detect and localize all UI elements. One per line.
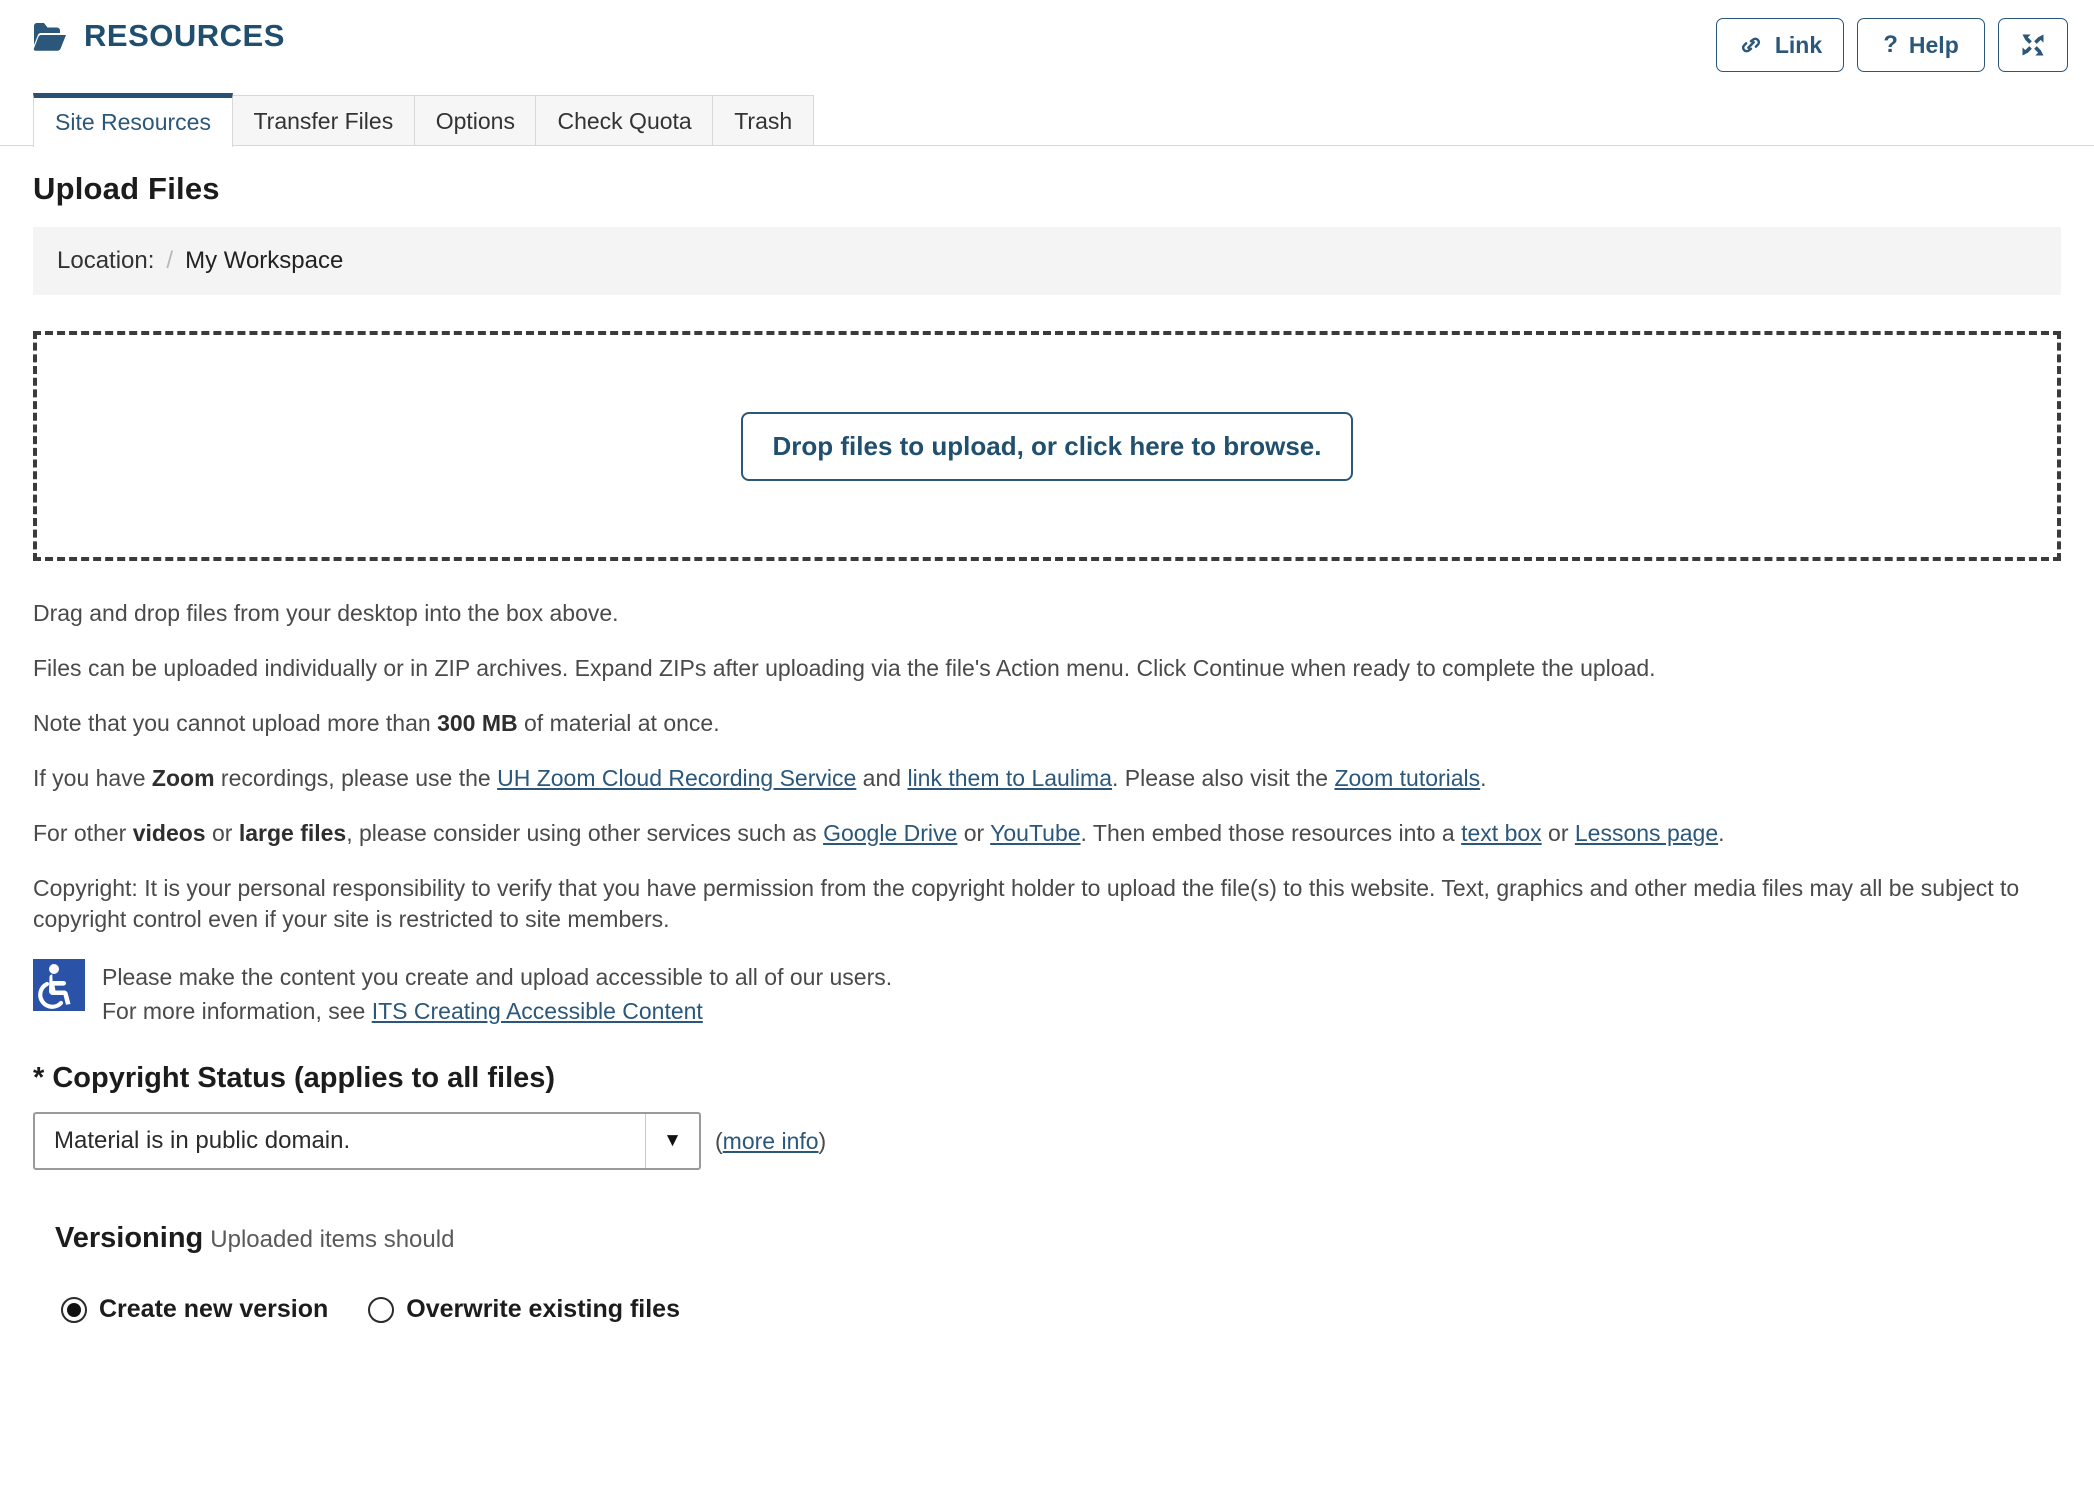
text-fragment: For other: [33, 820, 133, 847]
link-more-info[interactable]: more info: [723, 1128, 819, 1154]
link-lessons-page[interactable]: Lessons page: [1575, 820, 1718, 846]
radio-create-new-version[interactable]: [61, 1296, 87, 1323]
tab-trash[interactable]: Trash: [712, 95, 815, 145]
text-fragment: .: [1480, 765, 1487, 792]
text-fragment: or: [1541, 820, 1575, 847]
text-fragment: Note that you cannot upload more than: [33, 710, 438, 737]
link-text-box[interactable]: text box: [1461, 820, 1542, 846]
app-header: RESOURCES Link ? Help: [0, 0, 2094, 88]
text-fragment: or: [957, 820, 991, 847]
expand-fullscreen-icon: [2022, 34, 2044, 56]
tab-label: Site Resources: [55, 108, 211, 135]
app-title: RESOURCES: [84, 17, 285, 53]
text-fragment: of material at once.: [517, 710, 720, 737]
main-content: Upload Files Location: / My Workspace Dr…: [0, 171, 2094, 1324]
help-button-label: Help: [1908, 31, 1959, 58]
link-google-drive[interactable]: Google Drive: [823, 820, 957, 846]
link-its-creating-accessible-content[interactable]: ITS Creating Accessible Content: [372, 998, 703, 1024]
text-fragment: If you have: [33, 765, 152, 792]
tab-site-resources[interactable]: Site Resources: [33, 92, 233, 147]
copyright-notice: Copyright: It is your personal responsib…: [33, 875, 2020, 933]
versioning-title: Versioning: [55, 1222, 204, 1255]
instruction-other-videos: For other videos or large files, please …: [33, 818, 2061, 849]
resources-upload-page: RESOURCES Link ? Help Site Resources Tra…: [0, 0, 2094, 1486]
text-emphasis: videos: [132, 820, 206, 847]
text-fragment: .: [1718, 820, 1725, 847]
copyright-status-row: Material is in public domain. ▼ (more in…: [33, 1112, 2061, 1171]
breadcrumb-current-folder[interactable]: My Workspace: [185, 247, 343, 275]
breadcrumb-separator: /: [166, 247, 174, 274]
versioning-section: Versioning Uploaded items should Create n…: [33, 1222, 2061, 1324]
text-emphasis: large files: [238, 820, 347, 847]
tab-label: Options: [435, 108, 515, 134]
tab-label: Check Quota: [557, 108, 692, 134]
question-mark-icon: ?: [1883, 31, 1898, 58]
text-fragment: ): [818, 1127, 827, 1154]
link-zoom-tutorials[interactable]: Zoom tutorials: [1334, 765, 1480, 791]
tab-check-quota[interactable]: Check Quota: [535, 95, 714, 145]
tab-label: Trash: [734, 108, 793, 134]
browse-files-button[interactable]: Drop files to upload, or click here to b…: [740, 411, 1354, 481]
instruction-zip: Files can be uploaded individually or in…: [33, 655, 1656, 682]
copyright-status-selected-value: Material is in public domain.: [54, 1127, 351, 1155]
link-button[interactable]: Link: [1716, 18, 1844, 72]
link-youtube[interactable]: YouTube: [990, 820, 1080, 846]
chain-link-icon: [1741, 37, 1760, 53]
accessibility-line-2: For more information, see ITS Creating A…: [102, 995, 892, 1028]
tab-options[interactable]: Options: [413, 95, 537, 145]
tab-transfer-files[interactable]: Transfer Files: [231, 95, 416, 145]
page-title-group: RESOURCES: [33, 18, 1716, 52]
text-fragment: . Then embed those resources into a: [1080, 820, 1462, 847]
copyright-status-label: * Copyright Status (applies to all files…: [33, 1062, 556, 1095]
accessibility-text: Please make the content you create and u…: [102, 959, 892, 1028]
text-fragment: and: [856, 765, 908, 792]
header-actions: Link ? Help: [1716, 18, 2068, 72]
text-fragment: , please consider using other services s…: [346, 820, 824, 847]
link-button-label: Link: [1774, 31, 1823, 58]
instruction-size-limit: Note that you cannot upload more than 30…: [33, 708, 2061, 739]
copyright-status-select[interactable]: Material is in public domain. ▼: [33, 1112, 701, 1171]
versioning-radio-group: Create new version Overwrite existing fi…: [55, 1295, 2061, 1324]
tab-bar: Site Resources Transfer Files Options Ch…: [0, 88, 2094, 147]
radio-label-overwrite-existing-files[interactable]: Overwrite existing files: [406, 1295, 680, 1324]
instruction-drag-drop: Drag and drop files from your desktop in…: [33, 600, 619, 626]
help-button[interactable]: ? Help: [1857, 18, 1985, 72]
text-fragment: or: [205, 820, 239, 847]
text-emphasis: Zoom: [151, 765, 215, 792]
more-info-group: (more info): [715, 1128, 826, 1155]
text-fragment: recordings, please use the: [214, 765, 498, 792]
accessibility-line-1: Please make the content you create and u…: [102, 964, 893, 991]
versioning-subtitle: Uploaded items should: [210, 1226, 455, 1254]
page-heading: Upload Files: [33, 171, 220, 206]
text-fragment: For more information, see: [102, 997, 372, 1024]
text-fragment: . Please also visit the: [1112, 765, 1335, 792]
radio-overwrite-existing-files[interactable]: [368, 1296, 395, 1323]
location-breadcrumb: Location: / My Workspace: [33, 227, 2061, 295]
chevron-down-icon[interactable]: ▼: [645, 1114, 699, 1169]
folder-open-icon: [33, 23, 66, 51]
location-label: Location:: [57, 247, 155, 274]
instruction-zoom-recordings: If you have Zoom recordings, please use …: [33, 763, 2061, 794]
file-dropzone[interactable]: Drop files to upload, or click here to b…: [33, 331, 2061, 561]
wheelchair-accessibility-icon: [33, 959, 85, 1012]
radio-label-create-new-version[interactable]: Create new version: [99, 1295, 328, 1324]
link-uh-zoom-cloud-recording-service[interactable]: UH Zoom Cloud Recording Service: [497, 765, 856, 791]
tab-label: Transfer Files: [253, 108, 394, 134]
accessibility-notice: Please make the content you create and u…: [33, 959, 2061, 1028]
link-them-to-laulima[interactable]: link them to Laulima: [907, 765, 1112, 791]
fullscreen-button[interactable]: [1998, 18, 2068, 72]
size-limit-value: 300 MB: [437, 710, 518, 737]
text-fragment: (: [715, 1127, 723, 1154]
